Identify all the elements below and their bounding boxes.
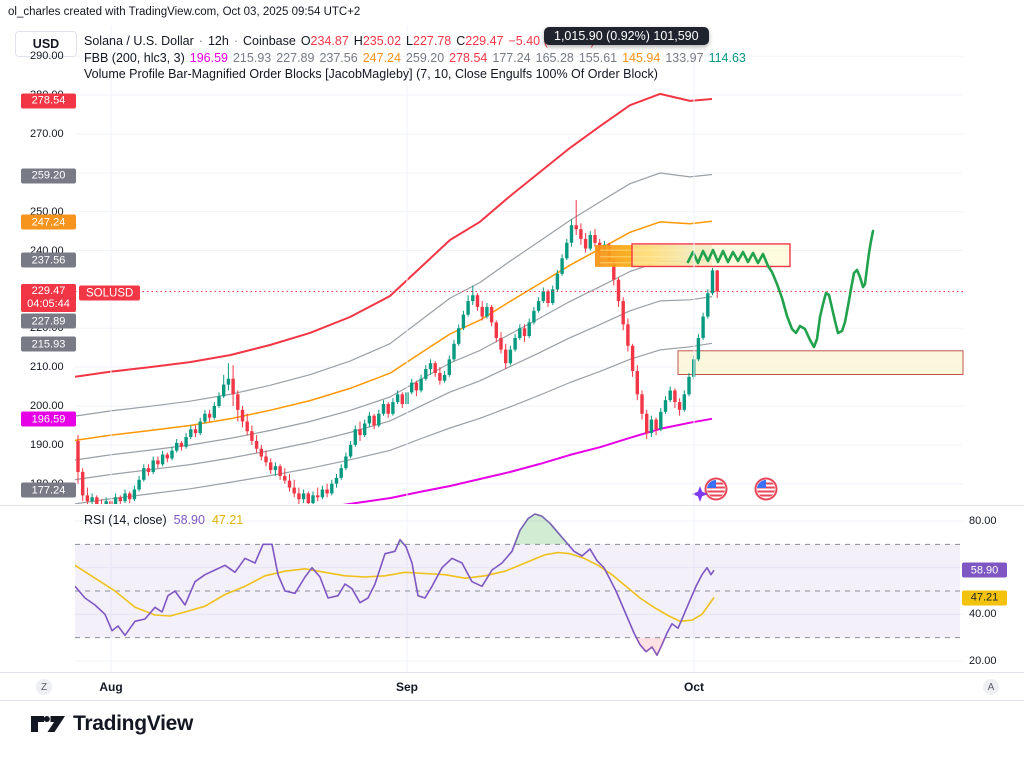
fbb-value: 237.56 — [319, 51, 357, 65]
current-price-value: 229.47 — [23, 285, 74, 298]
tradingview-chart-page: ol_charles created with TradingView.com,… — [0, 0, 1024, 758]
price-axis-label: 210.00 — [30, 361, 64, 373]
price-axis-badge: 237.56 — [21, 253, 76, 268]
fbb-indicator-label: FBB (200, hlc3, 3) — [84, 51, 185, 65]
price-axis-badge: 227.89 — [21, 314, 76, 329]
interval-label[interactable]: 12h — [208, 34, 229, 48]
price-axis-label: 290.00 — [30, 50, 64, 62]
fbb-value: 215.93 — [233, 51, 271, 65]
current-price-badge: 229.4704:05:44 — [21, 284, 76, 312]
price-axis-badge: 278.54 — [21, 93, 76, 108]
exchange-label: Coinbase — [243, 34, 296, 48]
candles-front — [687, 268, 719, 396]
fbb-value: 145.94 — [622, 51, 660, 65]
economic-event-flag-icon[interactable] — [706, 479, 727, 500]
tradingview-logo-icon — [30, 710, 66, 738]
fbb-band-line — [75, 94, 712, 377]
symbol-price-label: SOLUSD — [79, 286, 140, 301]
fbb-value: 247.24 — [363, 51, 401, 65]
demand-zone — [678, 351, 963, 375]
rsi-label: RSI (14, close) — [84, 513, 167, 527]
measure-tooltip: 1,015.90 (0.92%) 101,590 — [544, 27, 709, 45]
rsi-axis-label: 80.00 — [969, 515, 997, 527]
ohlc-item: O234.87 — [301, 34, 349, 48]
countdown-timer: 04:05:44 — [23, 298, 74, 311]
fbb-indicator-values: 196.59 215.93 227.89 237.56 247.24 259.20 278.… — [190, 51, 746, 65]
rsi-value: 58.90 — [174, 513, 205, 527]
time-axis-month-label: Aug — [99, 680, 122, 694]
price-axis-label: 190.00 — [30, 439, 64, 451]
price-axis-badge: 177.24 — [21, 483, 76, 498]
timezone-button[interactable]: Z — [36, 679, 52, 695]
fbb-band-line — [75, 173, 712, 416]
fbb-value: 259.20 — [406, 51, 444, 65]
fbb-value: 114.63 — [709, 51, 746, 65]
ohlc-item: C229.47 — [456, 34, 503, 48]
tradingview-logo[interactable]: TradingView — [30, 710, 193, 738]
volume-profile-indicator-row[interactable]: Volume Profile Bar-Magnified Order Block… — [84, 67, 658, 81]
legend-separator: · — [234, 34, 238, 48]
time-axis-month-label: Oct — [684, 680, 704, 694]
price-axis-badge: 247.24 — [21, 215, 76, 230]
rsi-axis-badge: 47.21 — [962, 590, 1007, 605]
price-axis-label: 200.00 — [30, 400, 64, 412]
fbb-value: 177.24 — [492, 51, 530, 65]
time-axis-separator — [0, 672, 1024, 673]
auto-scale-button[interactable]: A — [983, 679, 999, 695]
tradingview-logo-text: TradingView — [73, 712, 193, 736]
rsi-axis-label: 40.00 — [969, 608, 997, 620]
price-axis-badge: 196.59 — [21, 412, 76, 427]
footer-separator — [0, 700, 1024, 701]
legend-separator: · — [199, 34, 203, 48]
price-axis-badge: 215.93 — [21, 337, 76, 352]
fbb-value: 133.97 — [665, 51, 703, 65]
fbb-indicator-row[interactable]: FBB (200, hlc3, 3) 196.59 215.93 227.89 237… — [84, 51, 746, 65]
rsi-ma-value: 47.21 — [212, 513, 243, 527]
fbb-value: 196.59 — [190, 51, 228, 65]
symbol-title: Solana / U.S. Dollar — [84, 34, 194, 48]
fbb-value: 165.28 — [536, 51, 574, 65]
fbb-value: 278.54 — [449, 51, 487, 65]
ohlc-item: L227.78 — [406, 34, 451, 48]
time-axis-month-label: Sep — [396, 680, 418, 694]
economic-event-flag-icon[interactable] — [756, 479, 777, 500]
rsi-axis-badge: 58.90 — [962, 563, 1007, 578]
price-axis-label: 270.00 — [30, 128, 64, 140]
main-pane[interactable] — [75, 56, 963, 543]
rsi-indicator-row[interactable]: RSI (14, close) 58.90 47.21 — [84, 513, 243, 527]
ohlc-values: O234.87 H235.02 L227.78 C229.47 — [301, 34, 504, 48]
chart-canvas[interactable] — [0, 0, 1024, 758]
price-axis-badge: 259.20 — [21, 168, 76, 183]
volume-profile-label: Volume Profile Bar-Magnified Order Block… — [84, 67, 658, 81]
rsi-axis-label: 20.00 — [969, 655, 997, 667]
pane-separator[interactable] — [0, 505, 1024, 506]
fbb-value: 155.61 — [579, 51, 617, 65]
candles — [76, 200, 686, 513]
fbb-value: 227.89 — [276, 51, 314, 65]
symbol-legend-row[interactable]: Solana / U.S. Dollar · 12h · Coinbase O2… — [84, 34, 595, 48]
ohlc-item: H235.02 — [354, 34, 401, 48]
